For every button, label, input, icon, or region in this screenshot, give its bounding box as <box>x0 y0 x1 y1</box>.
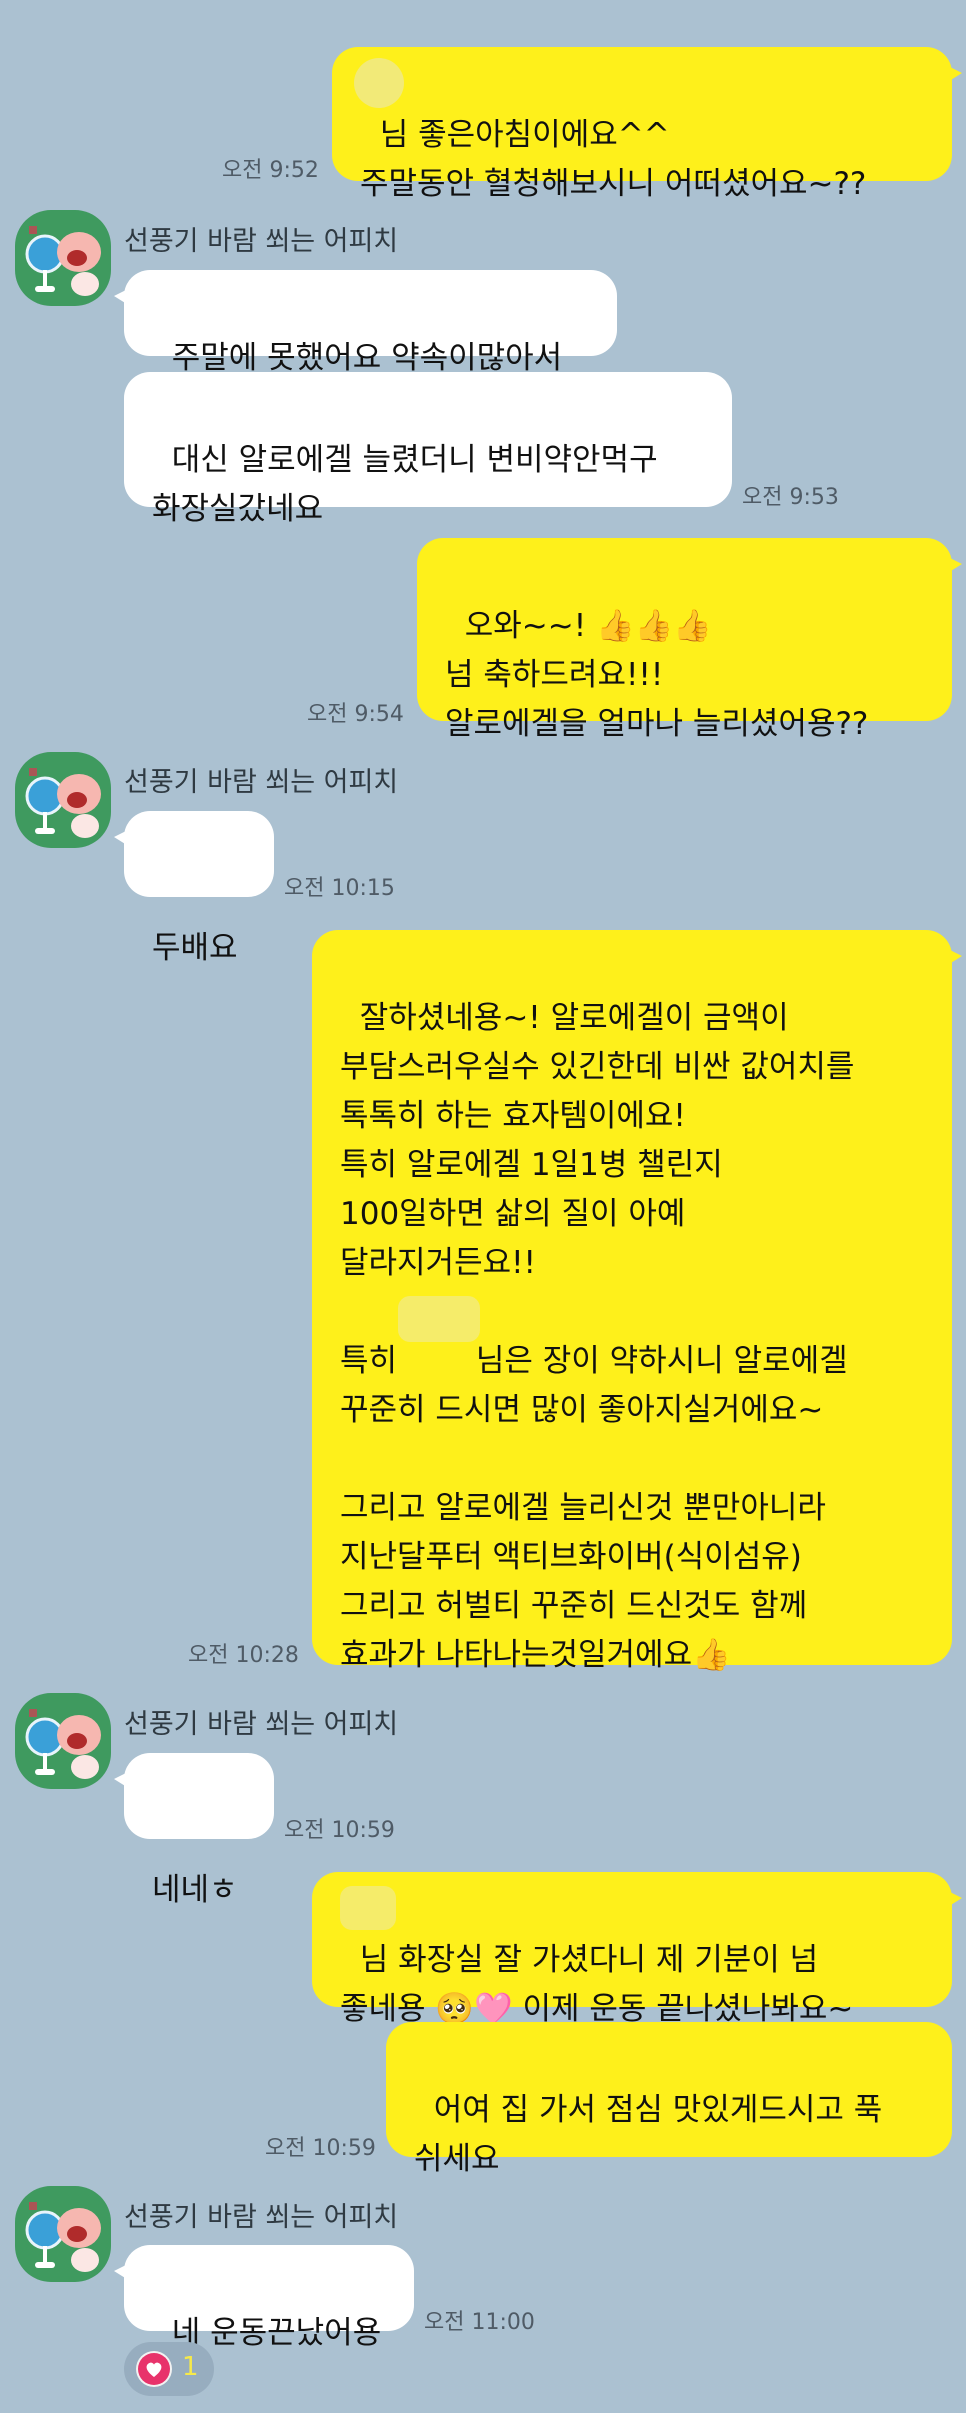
message-text: 님 화장실 잘 가셨다니 제 기분이 넘 좋네용 🥺🩷 이제 운동 끝나셨나봐요… <box>340 1942 854 2027</box>
their-message-bubble[interactable]: 두배요 <box>114 811 274 966</box>
message-time: 오전 10:28 <box>188 1643 299 1668</box>
avatar[interactable] <box>15 752 111 848</box>
avatar[interactable] <box>15 1693 111 1789</box>
avatar[interactable] <box>15 2186 111 2282</box>
message-text: 주말에 못했어요 약속이많아서 <box>171 340 563 376</box>
redacted-name <box>340 1886 396 1930</box>
apeach-fan-avatar-icon <box>25 768 101 838</box>
message-time: 오전 11:00 <box>424 2310 535 2335</box>
message-time: 오전 10:59 <box>265 2136 376 2161</box>
message-time: 오전 9:52 <box>222 158 319 183</box>
message-text: 어여 집 가서 점심 맛있게드시고 푹 쉬세요 <box>414 2092 883 2177</box>
reaction-count: 1 <box>182 2352 199 2382</box>
sender-name: 선풍기 바람 쐬는 어피치 <box>124 767 399 798</box>
message-time: 오전 10:15 <box>284 876 395 901</box>
my-message-bubble[interactable]: 님 화장실 잘 가셨다니 제 기분이 넘 좋네용 🥺🩷 이제 운동 끝나셨나봐요… <box>312 1872 962 2027</box>
sender-name: 선풍기 바람 쐬는 어피치 <box>124 226 399 257</box>
their-message-bubble[interactable]: 주말에 못했어요 약속이많아서 <box>114 270 617 376</box>
message-text: 네네ㅎ <box>152 1872 238 1908</box>
message-text: 네 운동끈났어용 <box>171 2315 382 2351</box>
my-message-bubble[interactable]: 어여 집 가서 점심 맛있게드시고 푹 쉬세요 <box>386 2022 952 2177</box>
message-text: 오와~~! 👍👍👍 넘 축하드려요!!! 알로에겔을 얼마나 늘리셨어용?? <box>445 608 869 742</box>
avatar[interactable] <box>15 210 111 306</box>
message-text: 님 좋은아침이에요^^ 주말동안 혈청해보시니 어떠셨어요~?? <box>360 117 867 202</box>
my-message-bubble[interactable]: 오와~~! 👍👍👍 넘 축하드려요!!! 알로에겔을 얼마나 늘리셨어용?? <box>417 538 962 742</box>
apeach-fan-avatar-icon <box>25 1709 101 1779</box>
message-time: 오전 10:59 <box>284 1818 395 1843</box>
sender-name: 선풍기 바람 쐬는 어피치 <box>124 2202 399 2233</box>
sender-name: 선풍기 바람 쐬는 어피치 <box>124 1709 399 1740</box>
their-message-bubble[interactable]: 대신 알로에겔 늘렸더니 변비약안먹구 화장실갔네요 <box>124 372 732 527</box>
my-message-bubble[interactable]: 님 좋은아침이에요^^ 주말동안 혈청해보시니 어떠셨어요~?? <box>332 47 962 202</box>
message-text: 대신 알로에겔 늘렸더니 변비약안먹구 화장실갔네요 <box>152 442 658 527</box>
message-time: 오전 9:53 <box>742 485 839 510</box>
apeach-fan-avatar-icon <box>25 226 101 296</box>
heart-icon <box>136 2351 172 2387</box>
reaction-badge[interactable]: 1 <box>124 2342 214 2396</box>
their-message-bubble[interactable]: 네네ㅎ <box>114 1753 274 1908</box>
redacted-name <box>354 58 404 108</box>
redacted-name <box>398 1296 480 1342</box>
message-time: 오전 9:54 <box>307 702 404 727</box>
apeach-fan-avatar-icon <box>25 2202 101 2272</box>
message-text: 두배요 <box>152 930 238 966</box>
their-message-bubble[interactable]: 네 운동끈났어용 <box>114 2245 414 2351</box>
